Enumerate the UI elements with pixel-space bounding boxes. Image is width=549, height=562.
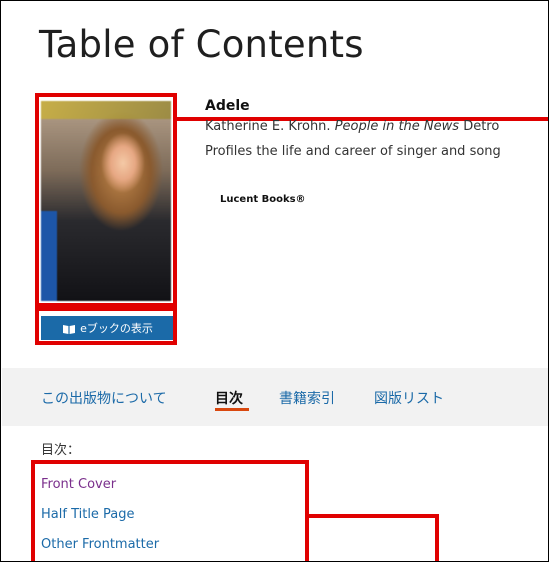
- book-title[interactable]: Adele: [205, 98, 250, 114]
- annotation-box-toc-top: [31, 460, 309, 464]
- annotation-connector-toc: [309, 514, 439, 518]
- active-tab-indicator: [215, 408, 249, 411]
- publication-place: Detro: [459, 119, 500, 134]
- toc-item-front-cover[interactable]: Front Cover: [41, 477, 116, 492]
- series-title: People in the News: [334, 119, 460, 134]
- annotation-box-toc-right: [305, 460, 309, 561]
- book-description: Profiles the life and career of singer a…: [205, 144, 501, 159]
- annotation-box-toc-left: [31, 460, 35, 561]
- page-title: Table of Contents: [39, 23, 364, 66]
- tab-book-index[interactable]: 書籍索引: [279, 388, 335, 408]
- toc-item-other-frontmatter[interactable]: Other Frontmatter: [41, 537, 159, 552]
- annotation-connector-toc-down: [435, 514, 439, 561]
- author-name: Katherine E. Krohn.: [205, 119, 335, 134]
- annotation-box-ebook-button: [35, 307, 177, 345]
- tab-bar: この出版物について 目次 書籍索引 図版リスト: [2, 368, 548, 426]
- toc-heading: 目次：: [41, 443, 81, 458]
- book-author: Katherine E. Krohn. People in the News D…: [205, 119, 499, 134]
- page-frame: Table of Contents eブックの表示 Adele Katherin…: [0, 0, 549, 562]
- tab-illustration-list[interactable]: 図版リスト: [374, 388, 444, 408]
- annotation-box-cover: [35, 93, 177, 307]
- publisher-logo: Lucent Books®: [220, 194, 306, 205]
- toc-item-half-title-page[interactable]: Half Title Page: [41, 507, 135, 522]
- tab-table-of-contents[interactable]: 目次: [215, 388, 243, 408]
- tab-about-publication[interactable]: この出版物について: [41, 388, 167, 408]
